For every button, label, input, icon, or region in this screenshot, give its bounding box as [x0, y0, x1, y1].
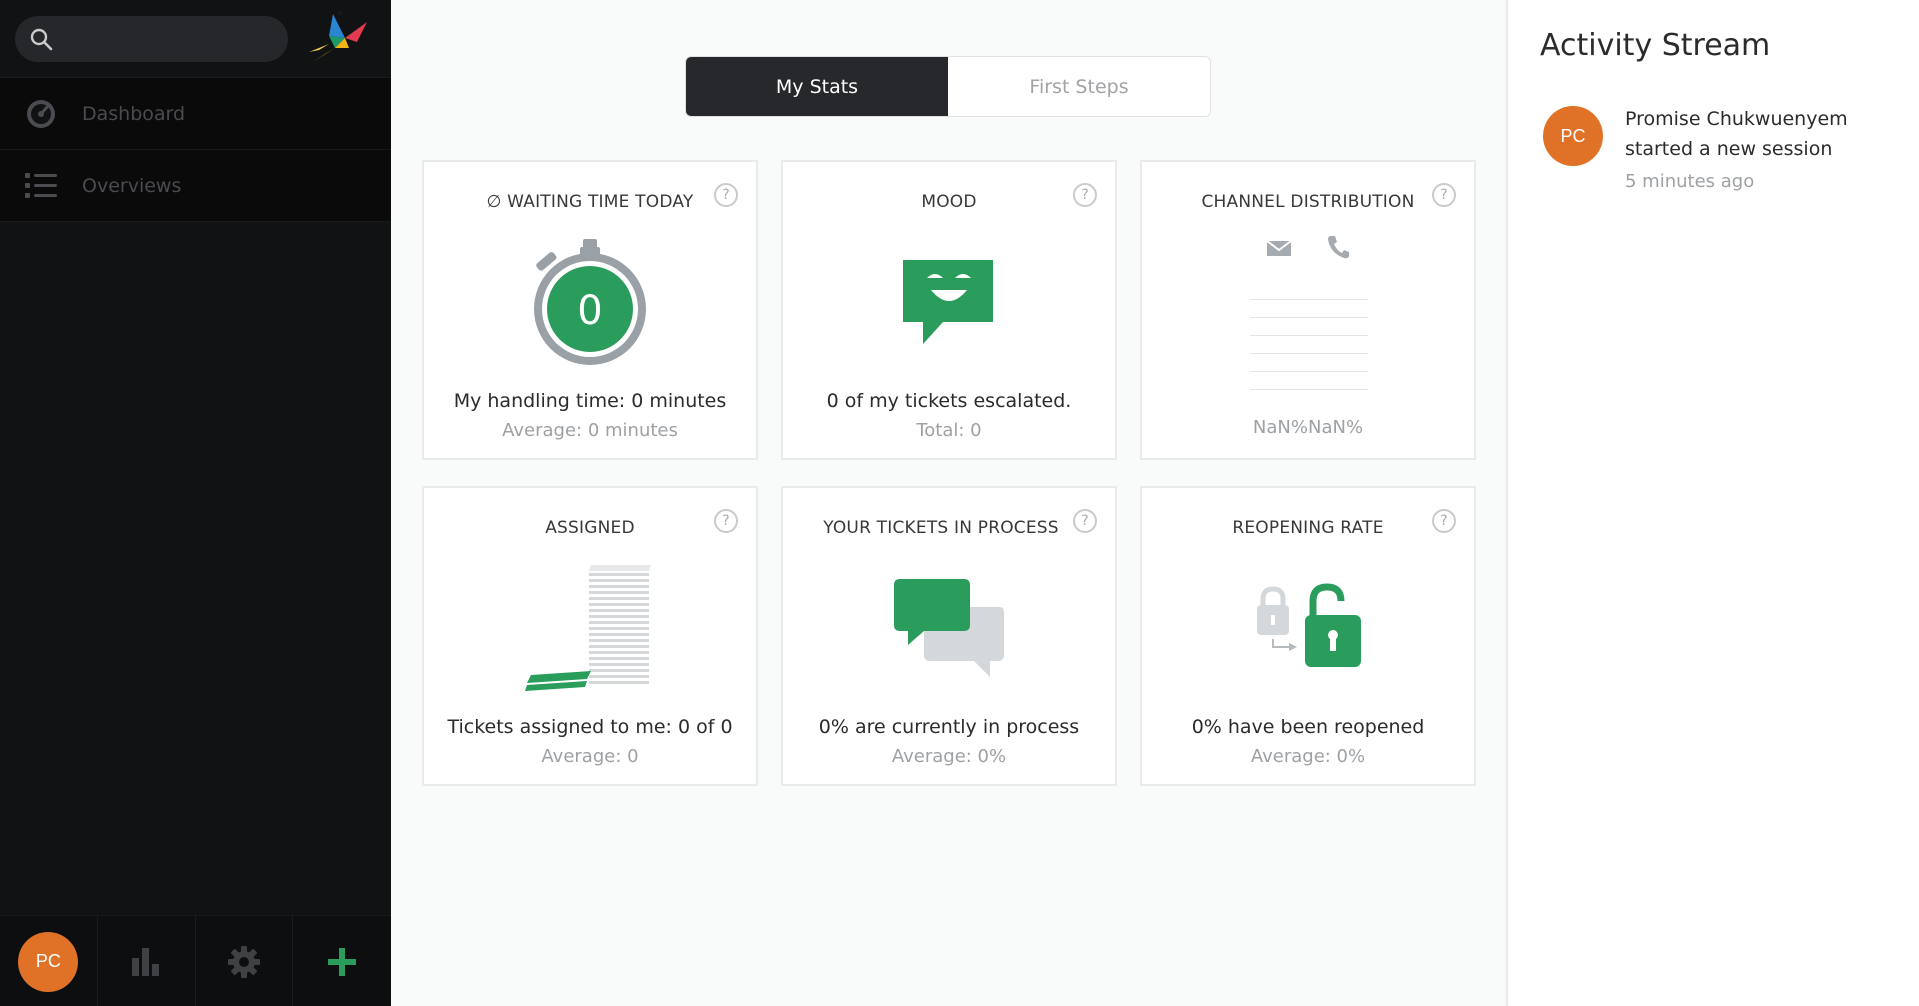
email-icon	[1266, 240, 1292, 256]
reopening-rate-card: REOPENING RATE ? 0% have been reopened A…	[1140, 486, 1476, 786]
waiting-time-card: ∅ WAITING TIME TODAY ? 0 My handling tim…	[422, 160, 758, 460]
gear-icon	[227, 945, 260, 978]
activity-stream-title: Activity Stream	[1540, 28, 1771, 63]
create-new-button[interactable]	[293, 916, 391, 1006]
ticket-stack-icon	[424, 563, 756, 693]
avatar: PC	[18, 931, 79, 992]
reports-button[interactable]	[98, 916, 196, 1006]
dashboard-icon	[24, 97, 58, 131]
card-title: REOPENING RATE	[1232, 518, 1384, 538]
plus-icon	[328, 947, 357, 976]
tab-my-stats[interactable]: My Stats	[686, 57, 948, 116]
card-main-text: My handling time: 0 minutes	[453, 390, 727, 412]
card-main-text: 0 of my tickets escalated.	[826, 390, 1072, 412]
sidebar-bottom-bar: PC	[0, 915, 391, 1006]
channel-chart	[1250, 282, 1368, 392]
list-icon	[24, 169, 58, 203]
mood-card: MOOD ? 0 of my tickets escalated. Total:…	[781, 160, 1117, 460]
activity-time: 5 minutes ago	[1625, 171, 1755, 192]
card-main-text: Tickets assigned to me: 0 of 0	[447, 716, 733, 738]
card-sub-text: Average: 0%	[891, 746, 1007, 767]
card-sub-text: Total: 0	[916, 420, 982, 441]
happy-chat-icon	[783, 237, 1115, 367]
card-sub-text: Average: 0	[541, 746, 639, 767]
nav-item-overviews[interactable]: Overviews	[0, 150, 391, 222]
card-title: CHANNEL DISTRIBUTION	[1201, 192, 1415, 212]
card-title: YOUR TICKETS IN PROCESS	[823, 518, 1059, 538]
tickets-in-process-card: YOUR TICKETS IN PROCESS ? 0% are current…	[781, 486, 1117, 786]
search-icon	[30, 28, 53, 50]
card-title: MOOD	[921, 192, 977, 212]
help-icon[interactable]: ?	[714, 183, 738, 207]
card-main-text: 0% have been reopened	[1191, 716, 1425, 738]
nav-item-dashboard[interactable]: Dashboard	[0, 78, 391, 150]
nav-item-label: Overviews	[82, 174, 182, 197]
search-input[interactable]	[15, 15, 288, 62]
unlock-icon	[1142, 563, 1474, 693]
help-icon[interactable]: ?	[1432, 509, 1456, 533]
card-sub-text: Average: 0 minutes	[502, 420, 678, 441]
channel-distribution-card: CHANNEL DISTRIBUTION ? NaN%NaN%	[1140, 160, 1476, 460]
dashboard-main: My Stats First Steps ∅ WAITING TIME TODA…	[391, 0, 1506, 1006]
channel-percent-text: NaN%NaN%	[1252, 417, 1364, 438]
card-title: ASSIGNED	[545, 518, 635, 538]
activity-user-name[interactable]: Promise Chukwuenyem	[1625, 108, 1848, 130]
user-menu-button[interactable]: PC	[0, 916, 98, 1006]
stats-tabs: My Stats First Steps	[685, 56, 1211, 117]
card-sub-text: Average: 0%	[1250, 746, 1366, 767]
nav-list: Dashboard Overviews	[0, 78, 391, 222]
phone-icon	[1328, 236, 1349, 259]
help-icon[interactable]: ?	[714, 509, 738, 533]
settings-button[interactable]	[196, 916, 294, 1006]
tab-first-steps[interactable]: First Steps	[948, 57, 1210, 116]
bar-chart-icon	[132, 947, 160, 976]
help-icon[interactable]: ?	[1432, 183, 1456, 207]
chat-bubbles-icon	[783, 563, 1115, 693]
assigned-card: ASSIGNED ? Tickets assigned to me: 0 of …	[422, 486, 758, 786]
logo-icon[interactable]	[305, 8, 369, 68]
help-icon[interactable]: ?	[1073, 183, 1097, 207]
card-main-text: 0% are currently in process	[818, 716, 1080, 738]
help-icon[interactable]: ?	[1073, 509, 1097, 533]
avatar[interactable]: PC	[1543, 106, 1603, 166]
waiting-time-value: 0	[577, 288, 603, 334]
nav-item-label: Dashboard	[82, 102, 186, 125]
activity-text: started a new session	[1625, 138, 1833, 160]
activity-stream-panel: Activity Stream PC Promise Chukwuenyem s…	[1506, 0, 1919, 1006]
card-title: ∅ WAITING TIME TODAY	[486, 192, 694, 212]
sidebar: Dashboard Overviews PC	[0, 0, 391, 1006]
